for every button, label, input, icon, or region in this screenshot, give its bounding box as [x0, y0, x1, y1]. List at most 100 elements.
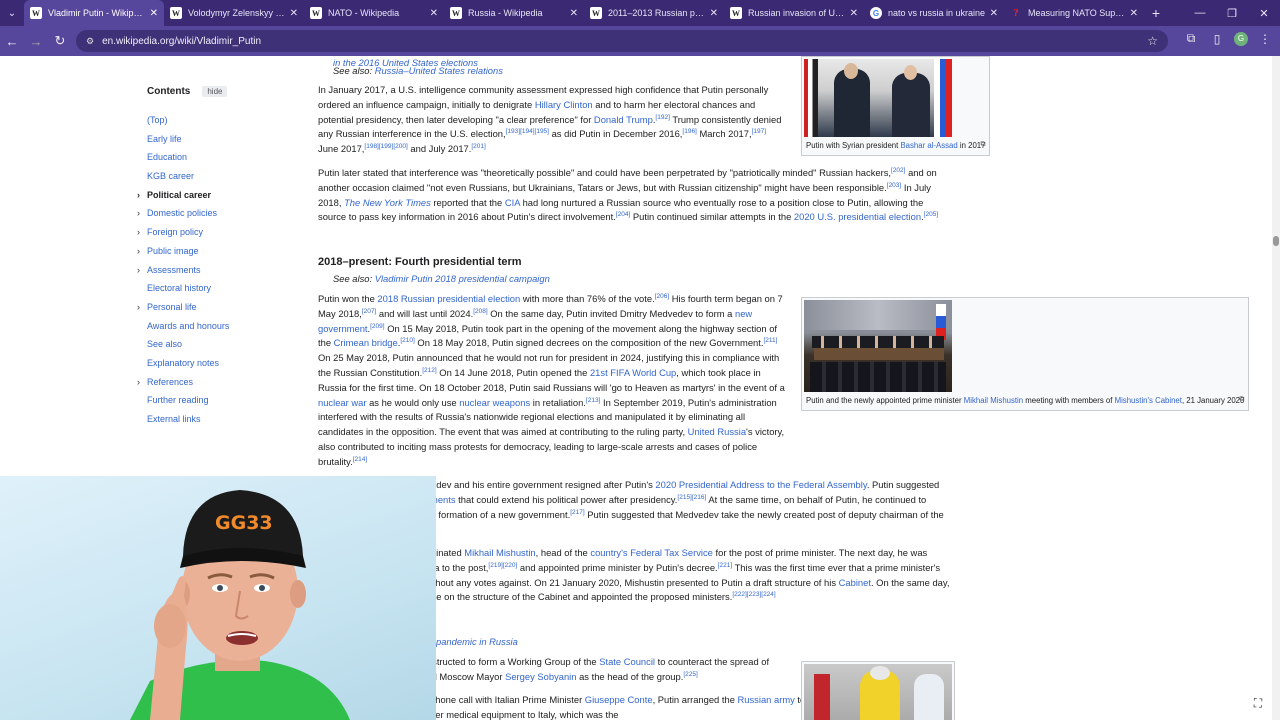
see-also-link-3[interactable]: pandemic in Russia [436, 636, 518, 647]
see-also-hatnote-2: See also: Vladimir Putin 2018 presidenti… [333, 273, 550, 284]
site-info-icon[interactable]: ⚙ [86, 36, 94, 47]
toc-item-label: Foreign policy [147, 227, 204, 238]
toc-item[interactable]: Further reading [147, 391, 297, 410]
wikipedia-favicon-icon: W [310, 7, 322, 19]
toc-item-label: External links [147, 414, 201, 424]
see-also-link-1[interactable]: Russia–United States relations [375, 65, 503, 76]
toc-item-label: Domestic policies [147, 208, 218, 219]
toc-title: Contents [147, 86, 191, 97]
tab-title: 2011–2013 Russian protests [608, 8, 706, 18]
close-tab-icon[interactable]: ✕ [850, 8, 858, 19]
browser-tab[interactable]: W Russian invasion of Ukraine ✕ [724, 0, 864, 26]
fullscreen-expand-icon[interactable]: ⛶ [1250, 696, 1266, 712]
page-scrollbar[interactable] [1272, 56, 1280, 720]
close-tab-icon[interactable]: ✕ [710, 8, 718, 19]
toc-hide-button[interactable]: hide [202, 86, 228, 97]
chevron-right-icon[interactable]: › [137, 242, 140, 261]
tab-search-chevron-icon[interactable]: ⌄ [0, 0, 24, 26]
toc-item[interactable]: See also [147, 335, 297, 354]
close-tab-icon[interactable]: ✕ [150, 8, 158, 19]
toc-item-label: KGB career [147, 171, 195, 182]
chevron-right-icon[interactable]: › [137, 223, 140, 242]
browser-tab[interactable]: W Volodymyr Zelenskyy - Wikipedia ✕ [164, 0, 304, 26]
maximize-icon[interactable]: ❐ [1216, 7, 1248, 20]
toc-item-label: Early life [147, 133, 182, 144]
toc-item[interactable]: Education [147, 148, 297, 167]
close-tab-icon[interactable]: ✕ [570, 8, 578, 19]
minimize-icon[interactable]: — [1184, 7, 1216, 19]
toc-item[interactable]: KGB career [147, 167, 297, 186]
toc-item-label: Further reading [147, 395, 209, 406]
toc-item[interactable]: External links [147, 410, 297, 429]
toc-item[interactable]: › References [137, 373, 297, 392]
image-thumb-assad[interactable]: Putin with Syrian president Bashar al-As… [801, 56, 991, 156]
caption-assad: Putin with Syrian president Bashar al-As… [806, 139, 986, 150]
toc-item[interactable]: Awards and honours [147, 317, 297, 336]
caption-cabinet: Putin and the newly appointed prime mini… [806, 394, 1245, 405]
see-also-link-2[interactable]: Vladimir Putin 2018 presidential campaig… [375, 273, 550, 284]
toc-item-label: Assessments [147, 264, 201, 275]
close-tab-icon[interactable]: ✕ [290, 8, 298, 19]
wikipedia-favicon-icon: W [170, 7, 182, 19]
toc-item[interactable]: › Assessments [137, 261, 297, 280]
google-favicon-icon: G [870, 7, 882, 19]
toc-item[interactable]: Electoral history [147, 279, 297, 298]
browser-tab[interactable]: ? Measuring NATO Support ✕ [1004, 0, 1144, 26]
toc-item-label: Awards and honours [147, 320, 230, 331]
toc-item[interactable]: Early life [147, 130, 297, 149]
extensions-icon[interactable]: ⧉ [1182, 31, 1200, 46]
photo-cabinet-meeting[interactable] [804, 300, 952, 392]
chevron-right-icon[interactable]: › [137, 373, 140, 392]
toc-item-label: Education [147, 152, 188, 163]
toc-item[interactable]: › Public image [137, 242, 297, 261]
toc-item[interactable]: › Foreign policy [137, 223, 297, 242]
toc-item[interactable]: › Political career [137, 186, 297, 205]
browser-tab[interactable]: Gnato vs russia in ukraine ✕ [864, 0, 1004, 26]
paragraph-putin-later: Putin later stated that interference was… [318, 166, 939, 223]
close-tab-icon[interactable]: ✕ [430, 8, 438, 19]
forward-icon[interactable]: → [24, 34, 48, 49]
image-thumb-covid[interactable] [801, 661, 955, 720]
section-heading-2018-present: 2018–present: Fourth presidential term [318, 256, 522, 268]
window-controls: — ❐ ✕ [1184, 0, 1280, 26]
bookmark-star-icon[interactable]: ☆ [1147, 34, 1158, 48]
photo-putin-assad[interactable] [804, 59, 952, 137]
scrollbar-thumb[interactable] [1273, 236, 1279, 246]
chevron-right-icon[interactable]: › [137, 204, 140, 223]
chevron-right-icon[interactable]: › [137, 186, 140, 205]
toc-item[interactable]: (Top) [147, 111, 297, 130]
reload-icon[interactable]: ↻ [48, 33, 72, 49]
browser-tab[interactable]: W Russia - Wikipedia ✕ [444, 0, 584, 26]
close-tab-icon[interactable]: ✕ [990, 8, 998, 19]
chevron-right-icon[interactable]: › [137, 261, 140, 280]
browser-tab[interactable]: W Vladimir Putin - Wikipedia ✕ [24, 0, 164, 26]
enlarge-icon[interactable]: ⧉ [1239, 394, 1244, 405]
enlarge-icon[interactable]: ⧉ [980, 139, 985, 150]
toc-item-label: Explanatory notes [147, 357, 220, 368]
tab-title: nato vs russia in ukraine [888, 8, 986, 18]
profile-avatar[interactable]: G [1234, 31, 1248, 46]
toc-item[interactable]: Explanatory notes [147, 354, 297, 373]
toc-item-label: (Top) [147, 115, 168, 125]
close-tab-icon[interactable]: ✕ [1130, 8, 1138, 19]
new-tab-button[interactable]: + [1144, 5, 1168, 21]
image-thumb-cabinet[interactable]: Putin and the newly appointed prime mini… [801, 297, 1250, 411]
paragraph-fourth-term: Putin won the 2018 Russian presidential … [318, 292, 785, 467]
see-also-hatnote-1: See also: Russia–United States relations [333, 65, 503, 76]
side-panel-icon[interactable]: ▯ [1208, 32, 1226, 46]
tab-title: NATO - Wikipedia [328, 8, 400, 18]
url-input[interactable]: ⚙ en.wikipedia.org/wiki/Vladimir_Putin ☆ [76, 30, 1168, 52]
wikipedia-favicon-icon: W [590, 7, 602, 19]
cap-logo-text: GG33 [215, 512, 273, 534]
toc-header: Contents hide [147, 86, 297, 97]
menu-kebab-icon[interactable]: ⋮ [1256, 32, 1274, 46]
photo-covid-visit[interactable] [804, 664, 952, 720]
paragraph-2017-interference: In January 2017, a U.S. intelligence com… [318, 84, 782, 155]
browser-tab[interactable]: W NATO - Wikipedia ✕ [304, 0, 444, 26]
close-window-icon[interactable]: ✕ [1248, 7, 1280, 20]
chevron-right-icon[interactable]: › [137, 298, 140, 317]
toc-item[interactable]: › Domestic policies [137, 204, 297, 223]
toc-item[interactable]: › Personal life [137, 298, 297, 317]
back-icon[interactable]: ← [0, 34, 24, 49]
browser-tab[interactable]: W 2011–2013 Russian protests ✕ [584, 0, 724, 26]
